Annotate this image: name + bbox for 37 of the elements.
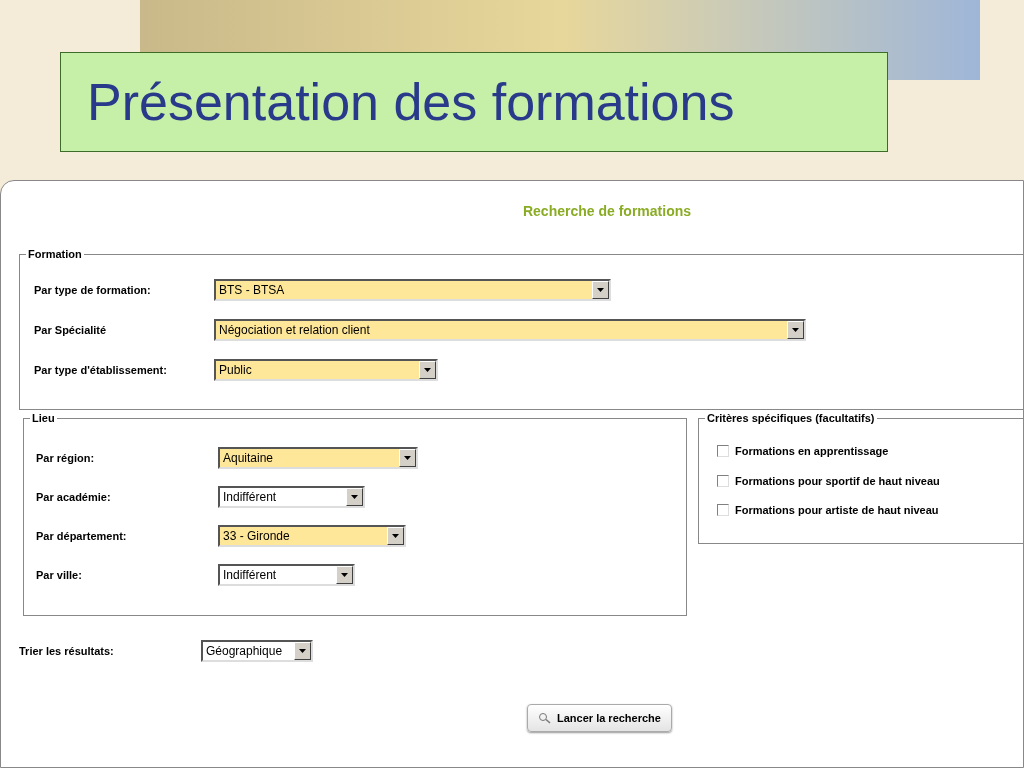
slide-title: Présentation des formations	[60, 52, 888, 152]
field-label: Par département:	[36, 528, 128, 544]
fieldset-legend: Formation	[26, 247, 84, 261]
dropdown-value: BTS - BTSA	[218, 282, 286, 299]
field-label: Par type d'établissement:	[34, 362, 168, 378]
dropdown-value: 33 - Gironde	[222, 528, 291, 545]
field-label: Trier les résultats:	[19, 643, 115, 659]
checkbox-label: Formations pour artiste de haut niveau	[735, 503, 939, 518]
field-label: Par ville:	[36, 567, 83, 583]
dropdown-value: Public	[218, 362, 253, 379]
dropdown[interactable]: Indifférent	[218, 486, 365, 508]
dropdown-value: Négociation et relation client	[218, 322, 371, 339]
dropdown[interactable]: Aquitaine	[218, 447, 418, 469]
dropdown[interactable]: Public	[214, 359, 438, 381]
form-heading: Recherche de formations	[522, 202, 692, 221]
dropdown-value: Indifférent	[222, 567, 278, 584]
checkbox[interactable]	[717, 474, 729, 487]
field-label: Par région:	[36, 450, 96, 466]
field-label: Par Spécialité	[34, 322, 108, 338]
search-icon	[538, 712, 552, 724]
checkbox[interactable]	[717, 445, 729, 458]
dropdown-value: Aquitaine	[222, 450, 275, 467]
field-label: Par type de formation:	[34, 282, 152, 298]
dropdown-value: Géographique	[205, 643, 284, 660]
dropdown[interactable]: Négociation et relation client	[214, 319, 806, 341]
checkbox[interactable]	[717, 504, 729, 517]
fieldset-legend: Lieu	[30, 411, 57, 425]
dropdown[interactable]: 33 - Gironde	[218, 525, 406, 547]
dropdown[interactable]: Indifférent	[218, 564, 355, 586]
dropdown[interactable]: Géographique	[201, 640, 313, 662]
search-button[interactable]: Lancer la recherche	[527, 704, 672, 732]
fieldset-legend: Critères spécifiques (facultatifs)	[705, 411, 877, 425]
checkbox-label: Formations en apprentissage	[735, 444, 889, 459]
dropdown[interactable]: BTS - BTSA	[214, 279, 611, 301]
field-label: Par académie:	[36, 489, 112, 505]
dropdown-value: Indifférent	[222, 489, 278, 506]
checkbox-label: Formations pour sportif de haut niveau	[735, 473, 940, 489]
